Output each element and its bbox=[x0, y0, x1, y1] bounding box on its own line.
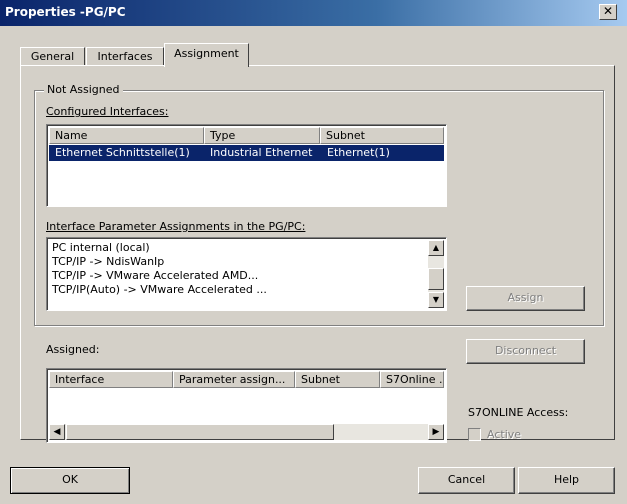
disconnect-button[interactable]: Disconnect bbox=[466, 339, 585, 364]
tab-assignment[interactable]: Assignment bbox=[164, 43, 249, 67]
not-assigned-group-label: Not Assigned bbox=[44, 83, 123, 96]
scroll-right-icon[interactable]: ▶ bbox=[428, 424, 444, 440]
assign-button[interactable]: Assign bbox=[466, 286, 585, 311]
tab-interfaces[interactable]: Interfaces bbox=[86, 47, 164, 66]
cancel-button[interactable]: Cancel bbox=[418, 467, 515, 494]
help-button[interactable]: Help bbox=[518, 467, 615, 494]
scroll-left-icon[interactable]: ◀ bbox=[49, 424, 65, 440]
column-header-subnet[interactable]: Subnet bbox=[320, 127, 444, 144]
tab-general[interactable]: General bbox=[20, 47, 85, 66]
window-title: Properties -PG/PC bbox=[5, 5, 126, 19]
list-item[interactable]: PC internal (local) bbox=[52, 241, 150, 254]
active-checkbox[interactable] bbox=[468, 428, 481, 441]
row-name: Ethernet Schnittstelle(1) bbox=[55, 146, 190, 159]
scroll-thumb[interactable] bbox=[428, 268, 444, 290]
list-item[interactable]: TCP/IP(Auto) -> VMware Accelerated ... bbox=[52, 283, 267, 296]
column-header-parameter-assign[interactable]: Parameter assign... bbox=[173, 371, 295, 388]
list-item[interactable]: TCP/IP -> NdisWanIp bbox=[52, 255, 164, 268]
close-button[interactable]: ✕ bbox=[599, 4, 617, 20]
ok-button[interactable]: OK bbox=[10, 467, 130, 494]
column-header-subnet-assigned[interactable]: Subnet bbox=[295, 371, 380, 388]
scroll-up-icon[interactable]: ▲ bbox=[428, 240, 444, 256]
param-assignments-label: Interface Parameter Assignments in the P… bbox=[46, 220, 306, 233]
list-item[interactable]: TCP/IP -> VMware Accelerated AMD... bbox=[52, 269, 258, 282]
active-checkbox-label: Active bbox=[487, 428, 522, 441]
configured-interfaces-label: Configured Interfaces: bbox=[46, 105, 169, 118]
row-type: Industrial Ethernet bbox=[210, 146, 313, 159]
scroll-down-icon[interactable]: ▼ bbox=[428, 292, 444, 308]
column-header-s7online[interactable]: S7Online . bbox=[380, 371, 444, 388]
s7online-access-label: S7ONLINE Access: bbox=[468, 406, 569, 419]
close-icon: ✕ bbox=[602, 4, 614, 18]
column-header-name[interactable]: Name bbox=[49, 127, 204, 144]
row-subnet: Ethernet(1) bbox=[327, 146, 390, 159]
assigned-label: Assigned: bbox=[46, 343, 100, 356]
column-header-type[interactable]: Type bbox=[204, 127, 320, 144]
table-row[interactable]: Ethernet Schnittstelle(1) Industrial Eth… bbox=[49, 145, 444, 161]
hscroll-thumb[interactable] bbox=[66, 424, 334, 440]
column-header-interface[interactable]: Interface bbox=[49, 371, 173, 388]
